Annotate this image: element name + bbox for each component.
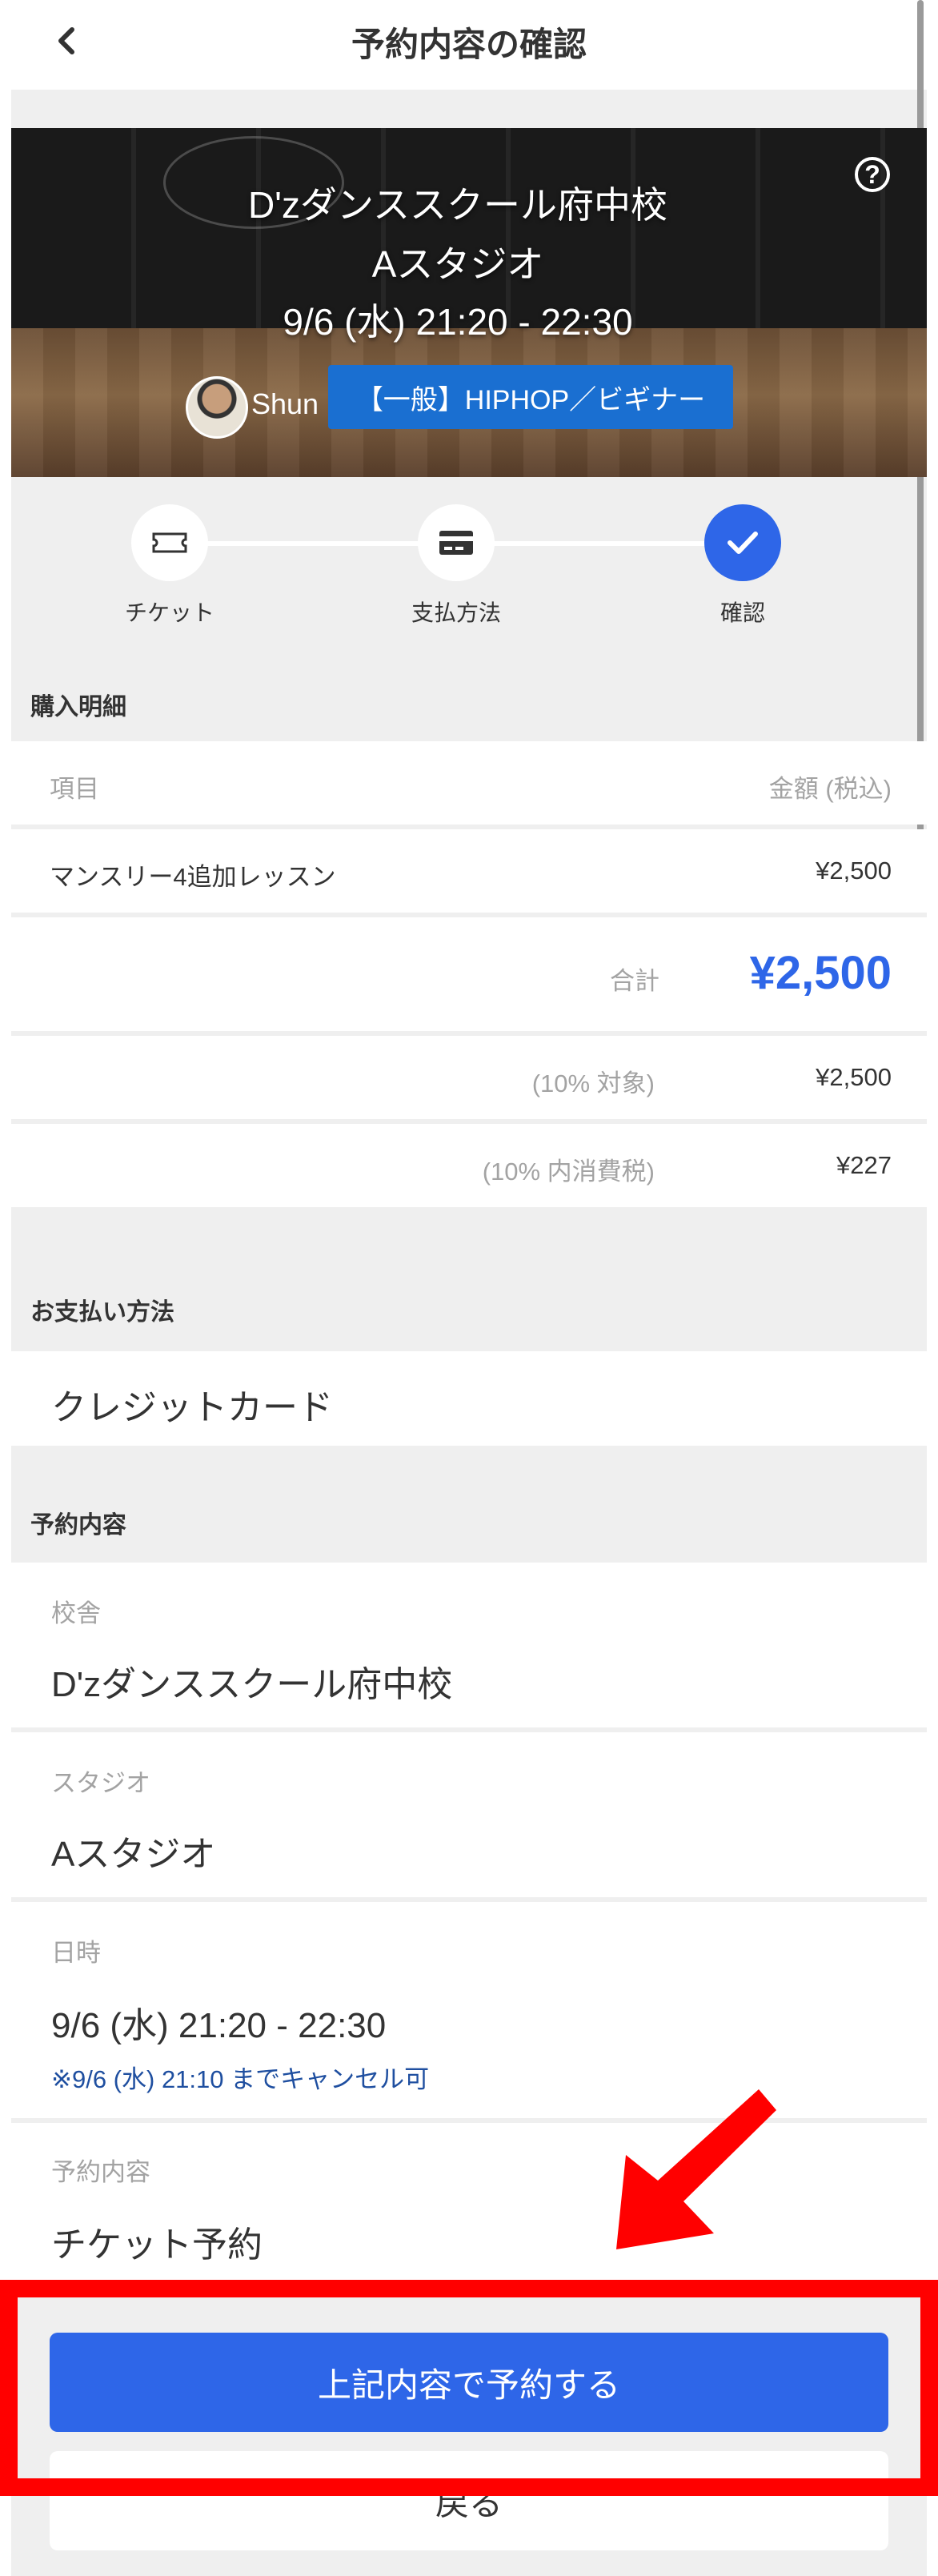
school-value: D'zダンススクール府中校 — [51, 1665, 453, 1704]
studio-value: Aスタジオ — [51, 1835, 216, 1874]
tax-included-value: ¥227 — [836, 1151, 892, 1179]
question-circle-icon[interactable]: ? — [855, 157, 890, 192]
purchase-header-row: 項目 金額 (税込) — [11, 741, 927, 825]
datetime-label: 日時 — [51, 1939, 101, 1967]
total-row: 合計 ¥2,500 — [11, 917, 927, 1031]
class-name-badge: 【一般】HIPHOP／ビギナー — [328, 365, 733, 429]
page-title: 予約内容の確認 — [351, 26, 587, 63]
hero-studio: Aスタジオ — [371, 243, 544, 285]
total-label: 合計 — [610, 967, 659, 995]
hero-datetime: 9/6 (水) 21:20 - 22:30 — [283, 301, 633, 343]
purchase-section-title: 購入明細 — [30, 694, 126, 720]
step-label-payment: 支払方法 — [411, 600, 501, 625]
payment-method-row: クレジットカード — [11, 1351, 927, 1446]
credit-card-icon — [439, 531, 473, 555]
item-price: ¥2,500 — [816, 857, 892, 885]
reservation-section-title: 予約内容 — [30, 1512, 126, 1539]
datetime-value: 9/6 (水) 21:20 - 22:30 — [51, 2006, 387, 2045]
payment-method: クレジットカード — [51, 1388, 333, 1427]
total-amount: ¥2,500 — [749, 947, 892, 999]
step-ticket — [131, 504, 208, 581]
item-column-header: 項目 — [50, 775, 99, 803]
type-value: チケット予約 — [51, 2225, 263, 2265]
step-payment — [418, 504, 495, 581]
amount-column-header: 金額 (税込) — [768, 775, 892, 803]
pointer-arrow-icon — [616, 2089, 776, 2249]
step-confirm — [704, 504, 781, 581]
step-label-confirm: 確認 — [720, 600, 765, 625]
tax-target-label: (10% 対象) — [531, 1069, 655, 1097]
school-label: 校舎 — [51, 1599, 101, 1627]
tax-target-row: (10% 対象) ¥2,500 — [11, 1036, 927, 1119]
check-icon — [728, 532, 758, 554]
payment-section-title: お支払い方法 — [30, 1299, 174, 1326]
instructor-name: Shun — [251, 387, 319, 420]
purchase-item-row: マンスリー4追加レッスン ¥2,500 — [11, 829, 927, 913]
cancel-deadline-note: ※9/6 (水) 21:10 までキャンセル可 — [51, 2065, 430, 2093]
instructor-avatar — [186, 376, 248, 439]
tax-included-row: (10% 内消費税) ¥227 — [11, 1124, 927, 1207]
type-label: 予約内容 — [51, 2158, 150, 2186]
highlight-frame — [0, 2280, 938, 2496]
hero-school: D'zダンススクール府中校 — [247, 184, 668, 226]
tax-included-label: (10% 内消費税) — [482, 1158, 655, 1186]
tax-target-value: ¥2,500 — [816, 1063, 892, 1091]
step-label-ticket: チケット — [124, 600, 214, 625]
ticket-icon — [152, 532, 187, 553]
studio-label: スタジオ — [51, 1769, 150, 1797]
item-name: マンスリー4追加レッスン — [50, 863, 336, 891]
